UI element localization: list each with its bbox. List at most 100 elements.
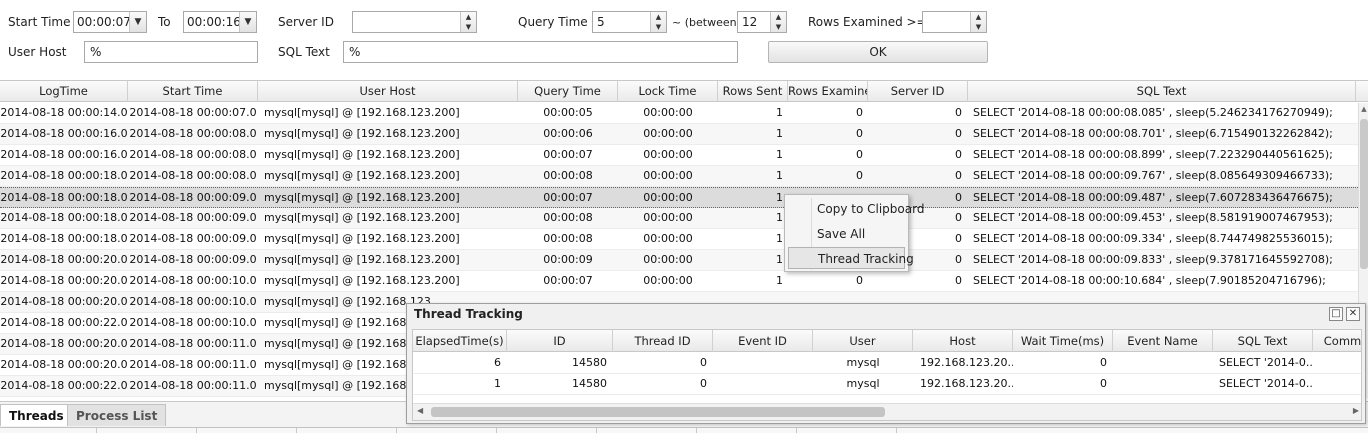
cell-rows-sent: 1 [776,211,783,224]
table-row[interactable]: 1 14580 0 mysql 192.168.123.20... 0 SELECT '20… [413,374,1361,395]
table-row[interactable]: 2014-08-18 00:00:18.0 2014-08-18 00:00:09… [0,229,1358,250]
cell-start-time: 2014-08-18 00:00:11.0 [129,379,257,392]
cell-user-host: mysql[mysql] @ [192.168.123.200] [264,274,460,287]
cell-start-time: 2014-08-18 00:00:08.0 [129,127,257,140]
table-row[interactable]: 2014-08-18 00:00:20.0 2014-08-18 00:00:10… [0,271,1358,292]
cell-sql-text: SELECT '2014-08-18 00:00:09.767' , sleep… [973,169,1333,182]
header-wait-time[interactable]: Wait Time(ms) [1013,330,1113,352]
header-event-id[interactable]: Event ID [713,330,813,352]
ok-button[interactable]: OK [768,41,988,63]
chevron-down-icon[interactable]: ▼ [129,12,146,32]
start-time-combo[interactable]: 00:00:07 ▼ [73,11,147,33]
server-id-spinner[interactable]: ▲ ▼ [352,11,477,33]
chevron-down-icon[interactable]: ▼ [239,12,256,32]
spin-up-icon[interactable]: ▲ [461,12,476,22]
server-id-label: Server ID [278,15,334,29]
spinner-buttons[interactable]: ▲ ▼ [970,12,986,32]
cell-lock-time: 00:00:00 [643,127,693,140]
spinner-buttons[interactable]: ▲ ▼ [460,12,476,32]
header-elapsed-time[interactable]: ElapsedTime(s) [413,330,507,352]
header-user-host[interactable]: User Host [258,81,518,102]
thread-tracking-window: Thread Tracking □ ✕ ElapsedTime(s) ID Thre… [406,303,1366,424]
spin-up-icon[interactable]: ▲ [971,12,986,22]
header-event-name[interactable]: Event Name [1113,330,1213,352]
cell-logtime: 2014-08-18 00:00:22.0 [0,379,128,392]
cell-elapsed-time: 1 [494,377,501,390]
query-time-min-value: 5 [597,15,605,29]
table-row[interactable]: 2014-08-18 00:00:18.0 2014-08-18 00:00:08… [0,166,1358,187]
cell-sql-text: SELECT '2014-0... [1219,356,1313,369]
menu-item-save-all[interactable]: Save All [788,223,905,245]
table-row[interactable]: 2014-08-18 00:00:18.0 2014-08-18 00:00:09… [0,187,1358,208]
sql-text-label: SQL Text [278,45,330,59]
spin-up-icon[interactable]: ▲ [771,12,786,22]
query-time-min-spinner[interactable]: 5 ▲ ▼ [592,11,667,33]
tab-content-strip [0,427,1368,433]
user-host-input[interactable]: % [84,41,258,63]
spin-down-icon[interactable]: ▼ [651,22,666,32]
spin-down-icon[interactable]: ▼ [461,22,476,32]
cell-wait-time: 0 [1100,377,1107,390]
cell-rows-examined: 0 [856,148,863,161]
table-row[interactable]: 2014-08-18 00:00:20.0 2014-08-18 00:00:09… [0,250,1358,271]
cell-start-time: 2014-08-18 00:00:11.0 [129,358,257,371]
header-query-time[interactable]: Query Time [518,81,618,102]
maximize-icon[interactable]: □ [1329,307,1343,321]
cell-server-id: 0 [955,127,962,140]
header-user[interactable]: User [813,330,913,352]
tab-process-list[interactable]: Process List [67,404,167,426]
scroll-up-icon[interactable]: ▲ [1359,105,1368,113]
table-row[interactable]: 2014-08-18 00:00:18.0 2014-08-18 00:00:09… [0,208,1358,229]
tab-threads[interactable]: Threads [0,404,73,426]
table-row[interactable]: 2014-08-18 00:00:14.0 2014-08-18 00:00:07… [0,103,1358,124]
spinner-buttons[interactable]: ▲ ▼ [650,12,666,32]
cell-thread-id: 0 [700,377,707,390]
query-time-max-spinner[interactable]: 12 ▲ ▼ [737,11,787,33]
cell-start-time: 2014-08-18 00:00:09.0 [129,253,257,266]
header-sql-text[interactable]: SQL Text [968,81,1356,102]
menu-item-thread-tracking[interactable]: Thread Tracking [788,247,914,269]
scrollbar-thumb[interactable] [431,407,885,417]
cell-sql-text: SELECT '2014-08-18 00:00:09.334' , sleep… [973,232,1333,245]
user-host-value: % [90,45,102,59]
cell-start-time: 2014-08-18 00:00:10.0 [129,274,257,287]
header-start-time[interactable]: Start Time [128,81,258,102]
cell-rows-sent: 1 [776,148,783,161]
cell-lock-time: 00:00:00 [643,274,693,287]
table-row[interactable]: 6 14580 0 mysql 192.168.123.20... 0 SELECT '20… [413,353,1361,374]
rows-examined-spinner[interactable]: ▲ ▼ [922,11,987,33]
sql-text-input[interactable]: % [343,41,738,63]
scroll-left-icon[interactable]: ◀ [417,406,423,415]
cell-event-name [1113,353,1213,373]
cell-event-id [713,374,813,394]
table-row[interactable]: 2014-08-18 00:00:16.0 2014-08-18 00:00:08… [0,124,1358,145]
cell-user: mysql [846,377,880,390]
end-time-combo[interactable]: 00:00:16 ▼ [183,11,257,33]
spinner-buttons[interactable]: ▲ ▼ [770,12,786,32]
spin-up-icon[interactable]: ▲ [651,12,666,22]
cell-logtime: 2014-08-18 00:00:22.0 [0,316,128,329]
cell-server-id: 0 [955,106,962,119]
header-sql-text[interactable]: SQL Text [1213,330,1313,352]
cell-user-host: mysql[mysql] @ [192.168.123.200] [264,253,460,266]
spin-down-icon[interactable]: ▼ [971,22,986,32]
table-row[interactable]: 2014-08-18 00:00:16.0 2014-08-18 00:00:08… [0,145,1358,166]
header-host[interactable]: Host [913,330,1013,352]
header-logtime[interactable]: LogTime [0,81,128,102]
scroll-right-icon[interactable]: ▶ [1353,406,1359,415]
header-rows-sent[interactable]: Rows Sent [718,81,788,102]
header-comm[interactable]: Comm [1313,330,1361,352]
cell-lock-time: 00:00:00 [643,191,693,204]
cell-logtime: 2014-08-18 00:00:20.0 [0,358,128,371]
header-id[interactable]: ID [507,330,613,352]
menu-item-copy-to-clipboard[interactable]: Copy to Clipboard [788,198,924,220]
scrollbar-thumb[interactable] [1360,119,1368,269]
horizontal-scrollbar[interactable]: ◀ ▶ [413,403,1361,420]
header-server-id[interactable]: Server ID [868,81,968,102]
spin-down-icon[interactable]: ▼ [771,22,786,32]
header-lock-time[interactable]: Lock Time [618,81,718,102]
cell-sql-text: SELECT '2014-0... [1219,377,1313,390]
close-icon[interactable]: ✕ [1346,307,1360,321]
header-rows-examined[interactable]: Rows Examined [788,81,868,102]
header-thread-id[interactable]: Thread ID [613,330,713,352]
